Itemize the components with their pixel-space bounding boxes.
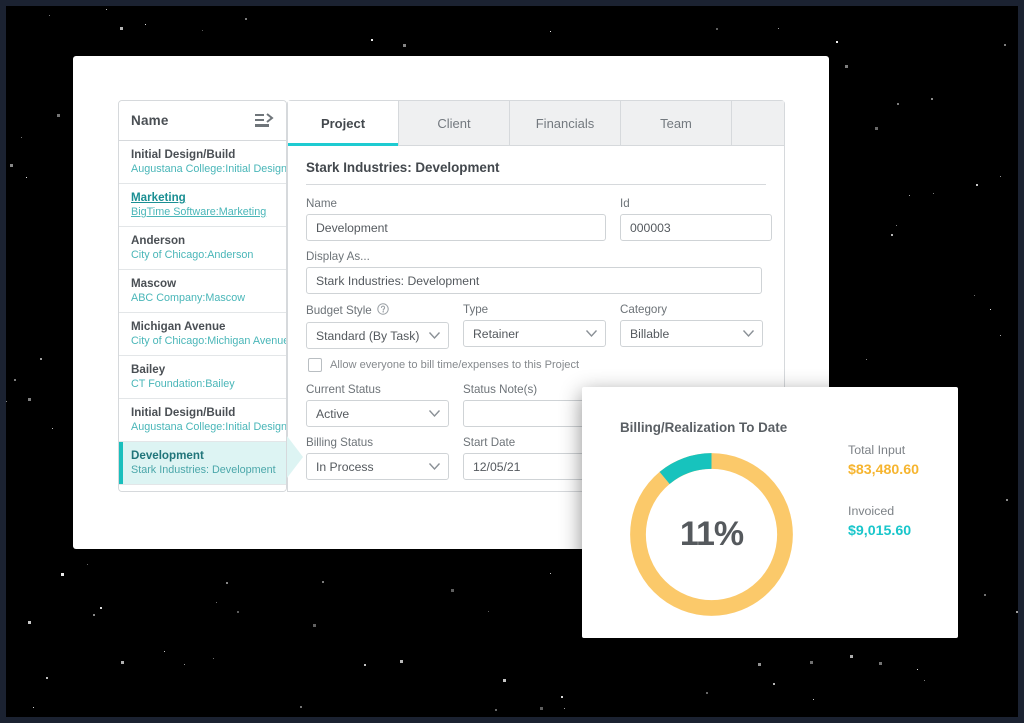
category-select[interactable]: Billable <box>620 320 763 347</box>
list-item[interactable]: Marketing BigTime Software:Marketing <box>119 184 286 227</box>
type-value: Retainer <box>473 326 520 341</box>
field-category: Category Billable <box>620 303 763 349</box>
category-value: Billable <box>630 326 670 341</box>
display-as-input[interactable]: Stark Industries: Development <box>306 267 762 294</box>
list-item-title: Initial Design/Build <box>131 148 236 161</box>
chart-title: Billing/Realization To Date <box>620 420 788 435</box>
list-item[interactable]: Initial Design/Build Augustana College:In… <box>119 141 286 184</box>
allow-everyone-checkbox[interactable] <box>308 358 322 372</box>
current-status-value: Active <box>316 406 350 421</box>
list-item[interactable]: Michigan Avenue City of Chicago:Michigan … <box>119 313 286 356</box>
field-id-label: Id <box>620 197 630 210</box>
list-item-subtitle: City of Chicago:Michigan Avenue <box>131 335 286 347</box>
chevron-down-icon <box>428 460 441 474</box>
form-row-budget-type-category: Budget Style Standard (By Task) Type Ret… <box>306 303 766 349</box>
list-item[interactable]: Initial Design/Build Augustana College:In… <box>119 399 286 442</box>
stat-invoiced-value: $9,015.60 <box>848 523 912 539</box>
detail-title-wrap: Stark Industries: Development <box>288 146 784 185</box>
budget-style-value: Standard (By Task) <box>316 328 420 343</box>
list-item[interactable]: Mascow ABC Company:Mascow <box>119 270 286 313</box>
chevron-down-icon <box>742 327 755 341</box>
list-item-title: Anderson <box>131 491 276 492</box>
detail-tabs: Project Client Financials Team <box>288 101 784 146</box>
field-billing-status: Billing Status In Process <box>306 436 449 480</box>
list-item-title: Michigan Avenue <box>131 320 226 333</box>
billing-realization-card: Billing/Realization To Date 11% Total In… <box>582 387 958 638</box>
field-id: Id 000003 <box>620 197 772 241</box>
list-item-subtitle: BigTime Software:Marketing <box>131 206 267 218</box>
project-list-panel: Name Initial Design/Build Augustana Colle… <box>118 100 287 492</box>
panel-collapse-icon[interactable] <box>255 112 275 129</box>
stat-total-input-value: $83,480.60 <box>848 462 920 478</box>
list-item[interactable]: Anderson City of Chicago:Anderson <box>119 227 286 270</box>
list-item[interactable]: Development Stark Industries: Development <box>119 442 286 485</box>
field-name-label: Name <box>306 197 337 210</box>
project-list: Initial Design/Build Augustana College:In… <box>119 141 286 492</box>
allow-everyone-row: Allow everyone to bill time/expenses to … <box>308 358 766 372</box>
stat-invoiced-label: Invoiced <box>848 504 895 518</box>
list-header: Name <box>119 101 286 141</box>
list-item-title: Development <box>131 449 204 462</box>
form-row-display-as: Display As... Stark Industries: Developm… <box>306 250 766 294</box>
stat-total-input: Total Input $83,480.60 <box>848 441 919 480</box>
field-name: Name Development <box>306 197 606 241</box>
budget-style-label-text: Budget Style <box>306 304 372 317</box>
list-item-subtitle: Augustana College:Initial Design/B <box>131 163 286 175</box>
tab-financials-label: Financials <box>535 115 595 131</box>
list-item[interactable]: Bailey CT Foundation:Bailey <box>119 356 286 399</box>
list-item-subtitle: City of Chicago:Anderson <box>131 249 254 261</box>
tab-project-label: Project <box>320 115 366 131</box>
billing-status-value: In Process <box>316 459 374 474</box>
list-item-subtitle: ABC Company:Mascow <box>131 292 246 304</box>
budget-style-select[interactable]: Standard (By Task) <box>306 322 449 349</box>
tab-financials[interactable]: Financials <box>510 101 621 145</box>
tab-client-label: Client <box>437 115 471 131</box>
tab-client[interactable]: Client <box>399 101 510 145</box>
chevron-down-icon <box>428 407 441 421</box>
screenshot-frame: Name Initial Design/Build Augustana Colle… <box>0 0 1024 723</box>
page-title: Stark Industries: Development <box>306 160 766 185</box>
stat-total-input-label: Total Input <box>848 443 906 457</box>
field-type: Type Retainer <box>463 303 606 349</box>
name-input[interactable]: Development <box>306 214 606 241</box>
billing-status-select[interactable]: In Process <box>306 453 449 480</box>
field-budget-style-label: Budget Style <box>306 303 449 318</box>
list-header-label: Name <box>131 113 169 128</box>
form-row-name-id: Name Development Id 000003 <box>306 197 772 241</box>
donut-center-label: 11% <box>679 515 744 553</box>
field-display-as-label: Display As... <box>306 250 370 263</box>
list-item-title: Marketing <box>131 191 186 204</box>
list-item-title: Initial Design/Build <box>131 406 236 419</box>
field-category-label: Category <box>620 303 668 316</box>
list-item-title: Anderson <box>131 234 186 247</box>
field-budget-style: Budget Style Standard (By Task) <box>306 303 449 349</box>
tab-project[interactable]: Project <box>288 101 399 146</box>
tab-strip-filler <box>732 101 784 145</box>
stat-invoiced: Invoiced $9,015.60 <box>848 502 919 541</box>
tab-team-label: Team <box>660 115 692 131</box>
field-display-as: Display As... Stark Industries: Developm… <box>306 250 762 294</box>
list-item-title: Mascow <box>131 277 177 290</box>
current-status-select[interactable]: Active <box>306 400 449 427</box>
list-item-subtitle: CT Foundation:Bailey <box>131 378 235 390</box>
list-item-subtitle: Stark Industries: Development <box>131 464 276 476</box>
list-item[interactable]: AndersonCity of Chicago:Anderson <box>119 485 286 492</box>
chevron-down-icon <box>585 327 598 341</box>
type-select[interactable]: Retainer <box>463 320 606 347</box>
list-item-subtitle: Augustana College:Initial Design/B <box>131 421 286 433</box>
id-input[interactable]: 000003 <box>620 214 772 241</box>
allow-everyone-label: Allow everyone to bill time/expenses to … <box>330 359 580 371</box>
list-item-title: Bailey <box>131 363 166 376</box>
field-current-status: Current Status Active <box>306 383 449 427</box>
chart-stats: Total Input $83,480.60 Invoiced $9,015.6… <box>848 441 919 563</box>
field-current-status-label: Current Status <box>306 383 381 396</box>
chevron-down-icon <box>428 329 441 343</box>
field-type-label: Type <box>463 303 489 316</box>
field-billing-status-label: Billing Status <box>306 436 374 449</box>
help-circle-icon[interactable] <box>377 303 389 318</box>
tab-team[interactable]: Team <box>621 101 732 145</box>
